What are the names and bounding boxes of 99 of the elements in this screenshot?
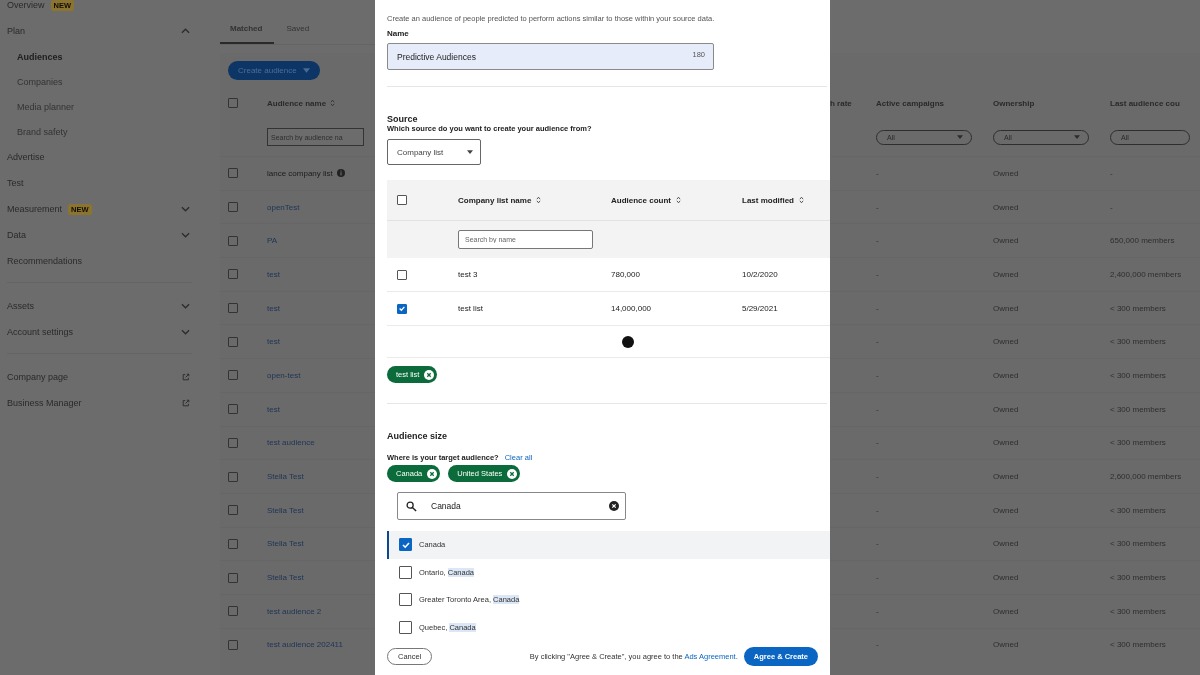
checkbox[interactable]	[399, 593, 412, 607]
audience-link[interactable]: test audience 202411	[267, 640, 343, 650]
audience-link[interactable]: test	[267, 337, 280, 347]
sidebar-subitem[interactable]: Audiences	[7, 44, 192, 69]
audience-link[interactable]: open-test	[267, 370, 301, 380]
table-cell: -	[876, 202, 879, 212]
external-link-icon	[182, 399, 190, 407]
checkbox[interactable]	[228, 471, 238, 482]
section-title: Audience size	[387, 431, 449, 441]
checkbox[interactable]	[397, 269, 407, 280]
table-cell: -	[876, 573, 879, 583]
checkbox[interactable]	[399, 620, 412, 634]
checkbox[interactable]	[228, 505, 238, 516]
table-cell: 14,000,000	[611, 304, 652, 313]
checkbox[interactable]	[228, 168, 238, 179]
table-cell: test list	[458, 304, 483, 313]
tab[interactable]: Matched	[220, 14, 275, 44]
section-title: Source	[387, 114, 419, 124]
checkbox[interactable]	[228, 303, 238, 314]
location-search-field[interactable]: Canada	[397, 492, 626, 520]
checkbox[interactable]	[228, 606, 238, 617]
sort-icon	[330, 99, 336, 107]
audience-link[interactable]: Stella Test	[267, 573, 304, 583]
sort-icon	[799, 196, 804, 204]
caret-icon	[1074, 135, 1080, 139]
table-cell: 780,000	[611, 270, 640, 279]
audience-link[interactable]: test	[267, 404, 280, 414]
audience-link[interactable]: test audience 2	[267, 606, 322, 616]
sort-icon	[676, 196, 681, 204]
sidebar-item[interactable]: Assets	[7, 293, 192, 319]
checkbox[interactable]	[397, 195, 407, 205]
checkbox[interactable]	[228, 639, 238, 650]
table-cell: -	[876, 370, 879, 380]
search-icon	[406, 500, 417, 512]
table-cell: -	[876, 539, 879, 549]
table-cell: -	[876, 505, 879, 515]
checkbox[interactable]	[228, 437, 238, 448]
column-header[interactable]: Audience name	[267, 98, 327, 108]
audience-link[interactable]: PA	[267, 236, 278, 246]
table-cell: 5/29/2021	[742, 304, 778, 313]
checkbox[interactable]	[228, 202, 238, 213]
column-header: Active campaigns	[876, 98, 945, 108]
table-cell: -	[1110, 202, 1113, 212]
sidebar-item[interactable]: Plan	[7, 18, 192, 44]
sort-icon	[536, 196, 542, 204]
column-header: Last audience cou	[1110, 98, 1180, 108]
checkbox[interactable]	[228, 538, 238, 549]
remove-icon[interactable]	[427, 468, 438, 479]
column-header[interactable]: Audience count	[611, 195, 671, 205]
checkbox[interactable]	[397, 303, 407, 314]
table-cell: -	[1110, 168, 1113, 178]
table-cell: -	[876, 472, 879, 482]
column-header[interactable]: Company list name	[458, 195, 532, 205]
sidebar-item[interactable]: Recommendations	[7, 248, 192, 274]
sidebar-item[interactable]: Advertise	[7, 144, 192, 170]
checkbox[interactable]	[228, 336, 238, 347]
table-cell: -	[876, 404, 879, 414]
table-cell: -	[876, 168, 879, 178]
table-cell: -	[876, 438, 879, 448]
table-cell: -	[876, 337, 879, 347]
audience-link[interactable]: test	[267, 303, 280, 313]
table-cell: -	[876, 236, 879, 246]
checkbox[interactable]	[228, 235, 238, 246]
caret-icon	[467, 150, 473, 154]
table-cell: -	[876, 606, 879, 616]
caret-icon	[302, 68, 310, 73]
audience-link[interactable]: Stella Test	[267, 505, 304, 515]
column-header: Ownership	[993, 98, 1035, 108]
checkbox[interactable]	[399, 538, 412, 552]
sidebar-item[interactable]: Test	[7, 170, 192, 196]
remove-icon[interactable]	[507, 468, 518, 479]
dot-icon	[622, 335, 634, 348]
audience-link[interactable]: Stella Test	[267, 472, 304, 482]
sidebar-item[interactable]: Data	[7, 222, 192, 248]
column-header[interactable]: Last modified	[742, 195, 794, 205]
checkbox[interactable]	[228, 572, 238, 583]
checkbox[interactable]	[228, 269, 238, 280]
table-cell: test 3	[458, 270, 478, 279]
checkbox[interactable]	[228, 404, 238, 415]
audience-link[interactable]: openTest	[267, 202, 300, 212]
table-cell: -	[876, 640, 879, 650]
remove-icon[interactable]	[424, 369, 435, 380]
sidebar-item[interactable]: Company page	[7, 364, 192, 390]
sidebar-item[interactable]: Business Manager	[7, 390, 192, 416]
audience-link[interactable]: Stella Test	[267, 539, 304, 549]
field-label: Name	[387, 29, 410, 38]
clear-icon[interactable]	[609, 501, 619, 511]
checkbox[interactable]	[228, 370, 238, 381]
audience-link[interactable]: test	[267, 269, 280, 279]
audience-link[interactable]: test audience	[267, 438, 315, 448]
checkbox[interactable]	[399, 565, 412, 579]
table-cell: 10/2/2020	[742, 270, 778, 279]
checkbox[interactable]	[228, 98, 238, 108]
audience-name: lance company list	[267, 168, 333, 178]
source-dropdown[interactable]: Company list	[387, 139, 481, 165]
caret-icon	[957, 135, 963, 139]
table-cell: -	[876, 303, 879, 313]
table-cell: -	[876, 269, 879, 279]
external-link-icon	[182, 373, 190, 381]
